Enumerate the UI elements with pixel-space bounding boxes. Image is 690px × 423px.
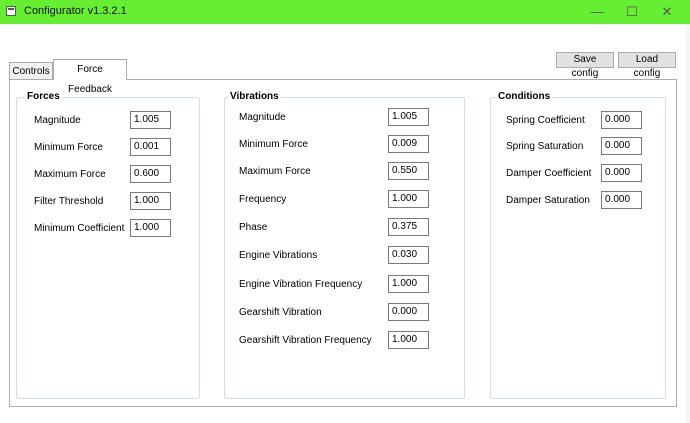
- vibrations-engine-vibration-frequency-label: Engine Vibration Frequency: [239, 279, 363, 290]
- vibrations-maximum-force-input[interactable]: 0.550: [388, 162, 429, 180]
- vibrations-magnitude-input[interactable]: 1.005: [388, 108, 429, 126]
- vibrations-phase-input[interactable]: 0.375: [388, 218, 429, 236]
- vibrations-group: Vibrations Magnitude 1.005 Minimum Force…: [224, 91, 465, 399]
- save-config-button[interactable]: Save config: [556, 52, 614, 79]
- conditions-spring-saturation-label: Spring Saturation: [506, 141, 584, 152]
- conditions-group-title: Conditions: [496, 91, 553, 102]
- forces-filter-threshold-label: Filter Threshold: [34, 196, 104, 207]
- app-window-icon: [6, 6, 16, 16]
- vibrations-magnitude-label: Magnitude: [239, 112, 286, 123]
- vibrations-engine-vibrations-label: Engine Vibrations: [239, 250, 318, 261]
- vibrations-maximum-force-label: Maximum Force: [239, 166, 311, 177]
- vibrations-engine-vibration-frequency-input[interactable]: 1.000: [388, 275, 429, 293]
- force-feedback-panel: Forces Magnitude 1.005 Minimum Force 0.0…: [9, 79, 677, 407]
- close-icon[interactable]: ✕: [652, 2, 682, 22]
- conditions-spring-saturation-input[interactable]: 0.000: [601, 137, 642, 155]
- conditions-damper-saturation-label: Damper Saturation: [506, 195, 590, 206]
- vibrations-frequency-label: Frequency: [239, 194, 287, 205]
- conditions-spring-coefficient-label: Spring Coefficient: [506, 115, 585, 126]
- conditions-damper-coefficient-label: Damper Coefficient: [506, 168, 592, 179]
- vibrations-engine-vibrations-input[interactable]: 0.030: [388, 246, 429, 264]
- forces-group: Forces Magnitude 1.005 Minimum Force 0.0…: [16, 91, 200, 399]
- conditions-spring-coefficient-input[interactable]: 0.000: [601, 111, 642, 129]
- vibrations-group-title: Vibrations: [228, 91, 281, 102]
- forces-minimum-coefficient-input[interactable]: 1.000: [130, 219, 171, 237]
- forces-maximum-force-label: Maximum Force: [34, 169, 106, 180]
- maximize-icon[interactable]: ☐: [617, 2, 647, 22]
- forces-minimum-force-input[interactable]: 0.001: [130, 138, 171, 156]
- forces-minimum-coefficient-label: Minimum Coefficient: [34, 223, 125, 234]
- forces-filter-threshold-input[interactable]: 1.000: [130, 192, 171, 210]
- vibrations-phase-label: Phase: [239, 222, 268, 233]
- window-edge-scrollbar: [686, 24, 690, 423]
- forces-magnitude-label: Magnitude: [34, 115, 81, 126]
- tab-controls[interactable]: Controls: [9, 62, 53, 80]
- forces-group-title: Forces: [25, 91, 62, 102]
- vibrations-minimum-force-input[interactable]: 0.009: [388, 135, 429, 153]
- minimize-icon[interactable]: —: [582, 2, 612, 22]
- conditions-damper-coefficient-input[interactable]: 0.000: [601, 164, 642, 182]
- conditions-damper-saturation-input[interactable]: 0.000: [601, 191, 642, 209]
- vibrations-minimum-force-label: Minimum Force: [239, 139, 308, 150]
- title-bar[interactable]: Configurator v1.3.2.1 — ☐ ✕: [0, 0, 690, 24]
- vibrations-gearshift-vibration-input[interactable]: 0.000: [388, 303, 429, 321]
- vibrations-gearshift-vibration-frequency-input[interactable]: 1.000: [388, 331, 429, 349]
- window-title: Configurator v1.3.2.1: [24, 5, 127, 17]
- tab-force-feedback[interactable]: Force Feedback: [53, 59, 127, 95]
- forces-maximum-force-input[interactable]: 0.600: [130, 165, 171, 183]
- vibrations-frequency-input[interactable]: 1.000: [388, 190, 429, 208]
- forces-magnitude-input[interactable]: 1.005: [130, 111, 171, 129]
- vibrations-gearshift-vibration-label: Gearshift Vibration: [239, 307, 322, 318]
- vibrations-gearshift-vibration-frequency-label: Gearshift Vibration Frequency: [239, 335, 372, 346]
- forces-minimum-force-label: Minimum Force: [34, 142, 103, 153]
- load-config-button[interactable]: Load config: [618, 52, 676, 79]
- conditions-group: Conditions Spring Coefficient 0.000 Spri…: [490, 91, 666, 399]
